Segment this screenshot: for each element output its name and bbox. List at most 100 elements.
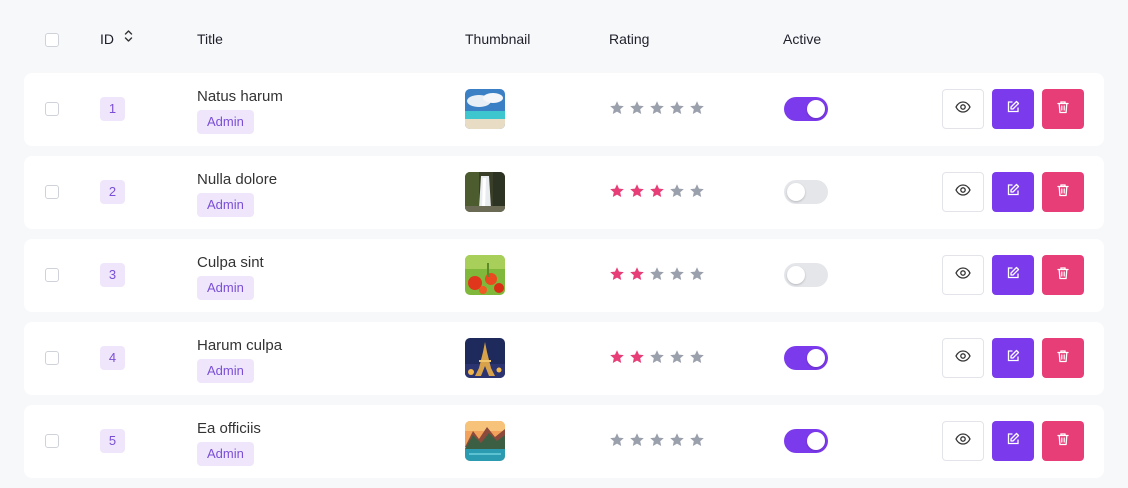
delete-button[interactable] — [1042, 89, 1084, 129]
star-empty-icon[interactable] — [669, 432, 685, 448]
eiffel-tower-thumbnail — [465, 338, 505, 378]
edit-button[interactable] — [992, 172, 1034, 212]
id-badge: 3 — [100, 263, 125, 287]
star-empty-icon[interactable] — [689, 183, 705, 199]
edit-icon — [1006, 183, 1020, 202]
star-empty-icon[interactable] — [649, 100, 665, 116]
star-empty-icon[interactable] — [649, 266, 665, 282]
eye-icon — [955, 265, 971, 286]
star-empty-icon[interactable] — [669, 183, 685, 199]
view-button[interactable] — [942, 338, 984, 378]
active-toggle[interactable] — [784, 346, 828, 370]
rating-stars[interactable] — [609, 349, 705, 365]
flowers-thumbnail — [465, 255, 505, 295]
star-empty-icon[interactable] — [689, 100, 705, 116]
star-empty-icon[interactable] — [689, 349, 705, 365]
role-badge: Admin — [197, 110, 254, 134]
toggle-knob — [807, 349, 825, 367]
sort-icon[interactable] — [124, 29, 133, 47]
row-title: Harum culpa — [197, 337, 283, 354]
row-title: Ea officiis — [197, 420, 261, 437]
star-filled-icon[interactable] — [649, 183, 665, 199]
row-title: Culpa sint — [197, 254, 264, 271]
id-header-label: ID — [100, 31, 114, 47]
id-badge: 2 — [100, 180, 125, 204]
view-button[interactable] — [942, 89, 984, 129]
role-badge: Admin — [197, 193, 254, 217]
delete-button[interactable] — [1042, 338, 1084, 378]
star-empty-icon[interactable] — [669, 266, 685, 282]
eye-icon — [955, 431, 971, 452]
star-empty-icon[interactable] — [689, 266, 705, 282]
mountain-lake-thumbnail — [465, 421, 505, 461]
delete-button[interactable] — [1042, 421, 1084, 461]
title-column-header: Title — [197, 31, 223, 47]
star-empty-icon[interactable] — [669, 100, 685, 116]
trash-icon — [1056, 266, 1070, 285]
toggle-knob — [787, 183, 805, 201]
star-filled-icon[interactable] — [609, 183, 625, 199]
edit-button[interactable] — [992, 89, 1034, 129]
rating-stars[interactable] — [609, 100, 705, 116]
edit-button[interactable] — [992, 421, 1034, 461]
id-badge: 4 — [100, 346, 125, 370]
trash-icon — [1056, 100, 1070, 119]
edit-icon — [1006, 100, 1020, 119]
table-row: 1 Natus harum Admin — [24, 73, 1104, 146]
view-button[interactable] — [942, 172, 984, 212]
star-filled-icon[interactable] — [629, 266, 645, 282]
star-filled-icon[interactable] — [629, 349, 645, 365]
star-empty-icon[interactable] — [649, 349, 665, 365]
star-empty-icon[interactable] — [609, 432, 625, 448]
thumbnail-column-header: Thumbnail — [465, 31, 531, 47]
toggle-knob — [807, 432, 825, 450]
active-toggle[interactable] — [784, 429, 828, 453]
row-checkbox[interactable] — [45, 185, 59, 199]
role-badge: Admin — [197, 442, 254, 466]
active-toggle[interactable] — [784, 97, 828, 121]
delete-button[interactable] — [1042, 172, 1084, 212]
id-badge: 5 — [100, 429, 125, 453]
star-empty-icon[interactable] — [609, 100, 625, 116]
active-toggle[interactable] — [784, 180, 828, 204]
star-filled-icon[interactable] — [609, 266, 625, 282]
edit-icon — [1006, 349, 1020, 368]
row-title: Natus harum — [197, 88, 283, 105]
toggle-knob — [787, 266, 805, 284]
row-checkbox[interactable] — [45, 268, 59, 282]
edit-button[interactable] — [992, 255, 1034, 295]
rating-stars[interactable] — [609, 432, 705, 448]
row-checkbox[interactable] — [45, 102, 59, 116]
edit-icon — [1006, 432, 1020, 451]
id-column-header[interactable]: ID — [100, 30, 133, 48]
star-empty-icon[interactable] — [649, 432, 665, 448]
star-empty-icon[interactable] — [689, 432, 705, 448]
trash-icon — [1056, 432, 1070, 451]
row-checkbox[interactable] — [45, 434, 59, 448]
edit-button[interactable] — [992, 338, 1034, 378]
star-empty-icon[interactable] — [629, 432, 645, 448]
star-filled-icon[interactable] — [609, 349, 625, 365]
trash-icon — [1056, 349, 1070, 368]
star-empty-icon[interactable] — [629, 100, 645, 116]
trash-icon — [1056, 183, 1070, 202]
table-row: 2 Nulla dolore Admin — [24, 156, 1104, 229]
role-badge: Admin — [197, 276, 254, 300]
star-filled-icon[interactable] — [629, 183, 645, 199]
star-empty-icon[interactable] — [669, 349, 685, 365]
table-row: 5 Ea officiis Admin — [24, 405, 1104, 478]
rating-stars[interactable] — [609, 266, 705, 282]
rating-stars[interactable] — [609, 183, 705, 199]
rating-column-header: Rating — [609, 31, 650, 47]
row-checkbox[interactable] — [45, 351, 59, 365]
waterfall-thumbnail — [465, 172, 505, 212]
select-all-checkbox[interactable] — [45, 33, 59, 47]
id-badge: 1 — [100, 97, 125, 121]
view-button[interactable] — [942, 421, 984, 461]
data-table: ID Title Thumbnail Rating Active 1 Natus… — [0, 0, 1128, 488]
table-row: 4 Harum culpa Admin — [24, 322, 1104, 395]
delete-button[interactable] — [1042, 255, 1084, 295]
beach-thumbnail — [465, 89, 505, 129]
view-button[interactable] — [942, 255, 984, 295]
active-toggle[interactable] — [784, 263, 828, 287]
